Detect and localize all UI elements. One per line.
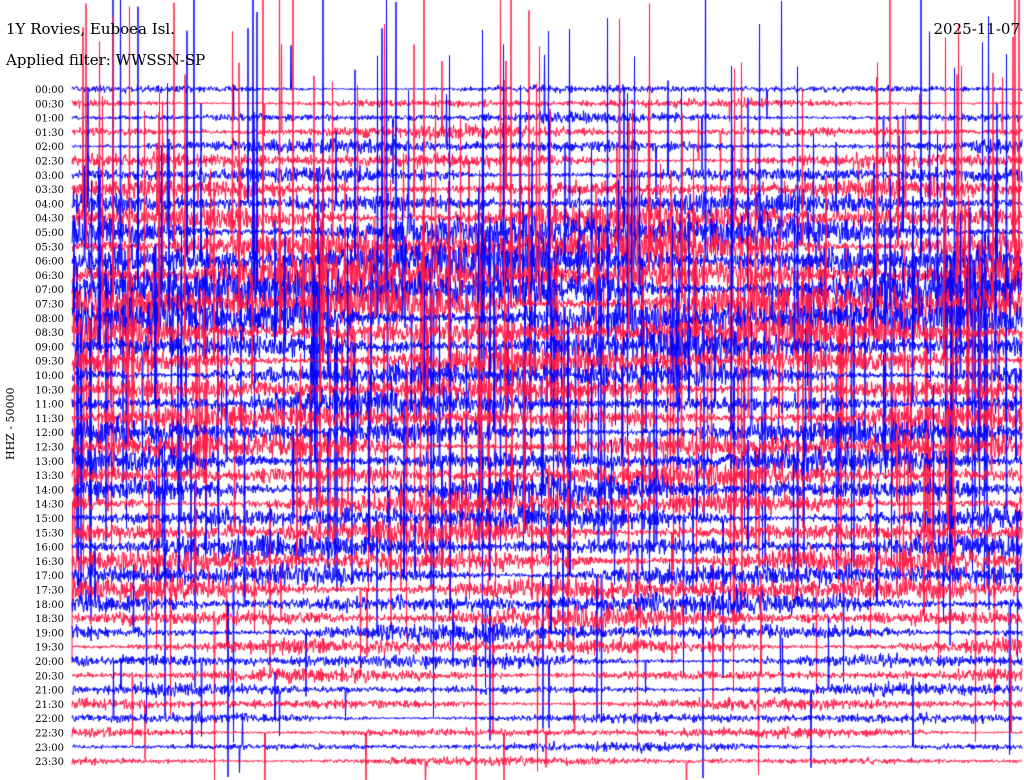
helicorder-plot [0,0,1024,780]
station-title: 1Y Rovies, Euboea Isl. [6,20,175,38]
filter-subtitle: Applied filter: WWSSN-SP [6,51,206,69]
date-label: 2025-11-07 [933,20,1020,38]
y-axis-label: HHZ - 50000 [4,387,17,460]
